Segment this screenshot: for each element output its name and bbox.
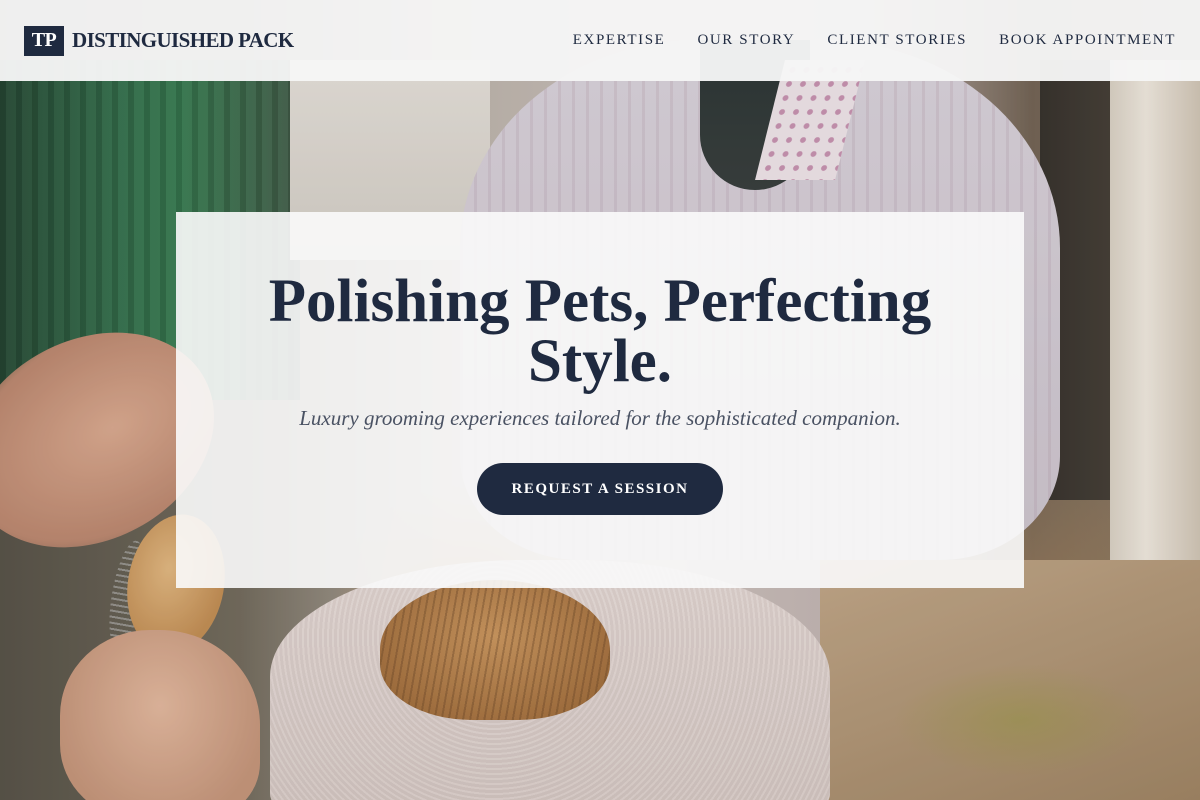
logo-mark: TP [24,25,64,56]
nav-link-expertise[interactable]: EXPERTISE [573,32,666,49]
hero-subtitle: Luxury grooming experiences tailored for… [299,406,901,430]
request-session-button[interactable]: REQUEST A SESSION [477,463,723,515]
nav-link-our-story[interactable]: OUR STORY [697,32,795,49]
nav-link-client-stories[interactable]: CLIENT STORIES [827,32,967,49]
hero-card: Polishing Pets, Perfecting Style. Luxury… [176,212,1024,588]
site-header: TP DISTINGUISHED PACK EXPERTISE OUR STOR… [0,0,1200,81]
brand-name: DISTINGUISHED PACK [72,28,294,52]
brand-logo-link[interactable]: TP DISTINGUISHED PACK [24,25,294,56]
main-nav: EXPERTISE OUR STORY CLIENT STORIES BOOK … [573,32,1176,49]
landing-page: TP DISTINGUISHED PACK EXPERTISE OUR STOR… [0,0,1200,800]
nav-link-book-appointment[interactable]: BOOK APPOINTMENT [999,32,1176,49]
hero-title: Polishing Pets, Perfecting Style. [268,268,932,395]
